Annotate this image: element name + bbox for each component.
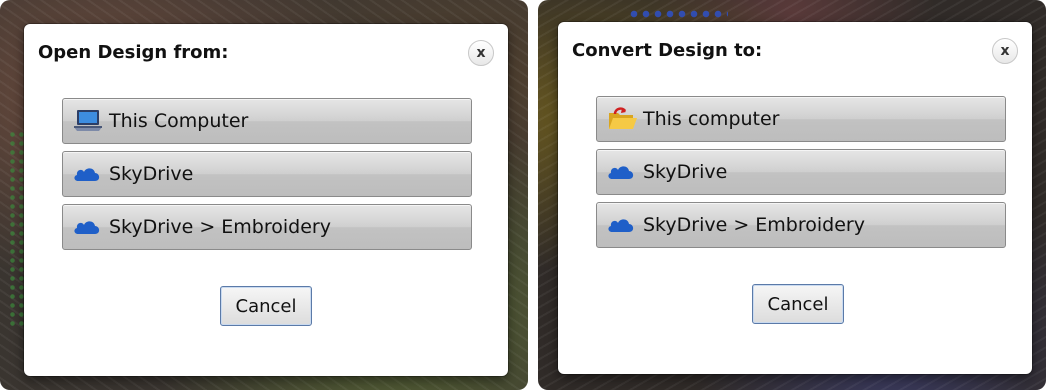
this-computer-button[interactable]: This Computer	[62, 98, 472, 144]
skydrive-cloud-icon	[607, 211, 643, 239]
dialog-title: Open Design from:	[38, 42, 229, 63]
option-label: SkyDrive	[643, 161, 728, 183]
close-button[interactable]: x	[992, 38, 1018, 64]
skydrive-embroidery-button[interactable]: SkyDrive > Embroidery	[596, 202, 1006, 248]
option-label: SkyDrive > Embroidery	[643, 214, 865, 236]
skydrive-cloud-icon	[73, 213, 109, 241]
dialog-title: Convert Design to:	[572, 40, 763, 61]
option-label: This Computer	[109, 110, 249, 132]
laptop-icon	[73, 107, 109, 135]
cancel-button[interactable]: Cancel	[752, 284, 844, 324]
destination-options: This computer SkyDrive SkyDrive > Embroi…	[596, 96, 1006, 255]
option-label: SkyDrive > Embroidery	[109, 216, 331, 238]
source-options: This Computer SkyDrive SkyDrive > Embroi…	[62, 98, 472, 257]
option-label: SkyDrive	[109, 163, 194, 185]
skydrive-button[interactable]: SkyDrive	[596, 149, 1006, 195]
option-label: This computer	[643, 108, 780, 130]
convert-design-dialog: Convert Design to: x This computer SkyDr…	[558, 22, 1032, 374]
skydrive-cloud-icon	[73, 160, 109, 188]
background-left: Open Design from: x This Computer SkyDri…	[0, 0, 528, 390]
folder-open-icon	[607, 105, 643, 133]
background-right: Convert Design to: x This computer SkyDr…	[538, 0, 1046, 390]
skydrive-cloud-icon	[607, 158, 643, 186]
close-button[interactable]: x	[468, 40, 494, 66]
this-computer-button[interactable]: This computer	[596, 96, 1006, 142]
skydrive-embroidery-button[interactable]: SkyDrive > Embroidery	[62, 204, 472, 250]
cancel-button[interactable]: Cancel	[220, 286, 312, 326]
open-design-dialog: Open Design from: x This Computer SkyDri…	[24, 24, 508, 376]
skydrive-button[interactable]: SkyDrive	[62, 151, 472, 197]
